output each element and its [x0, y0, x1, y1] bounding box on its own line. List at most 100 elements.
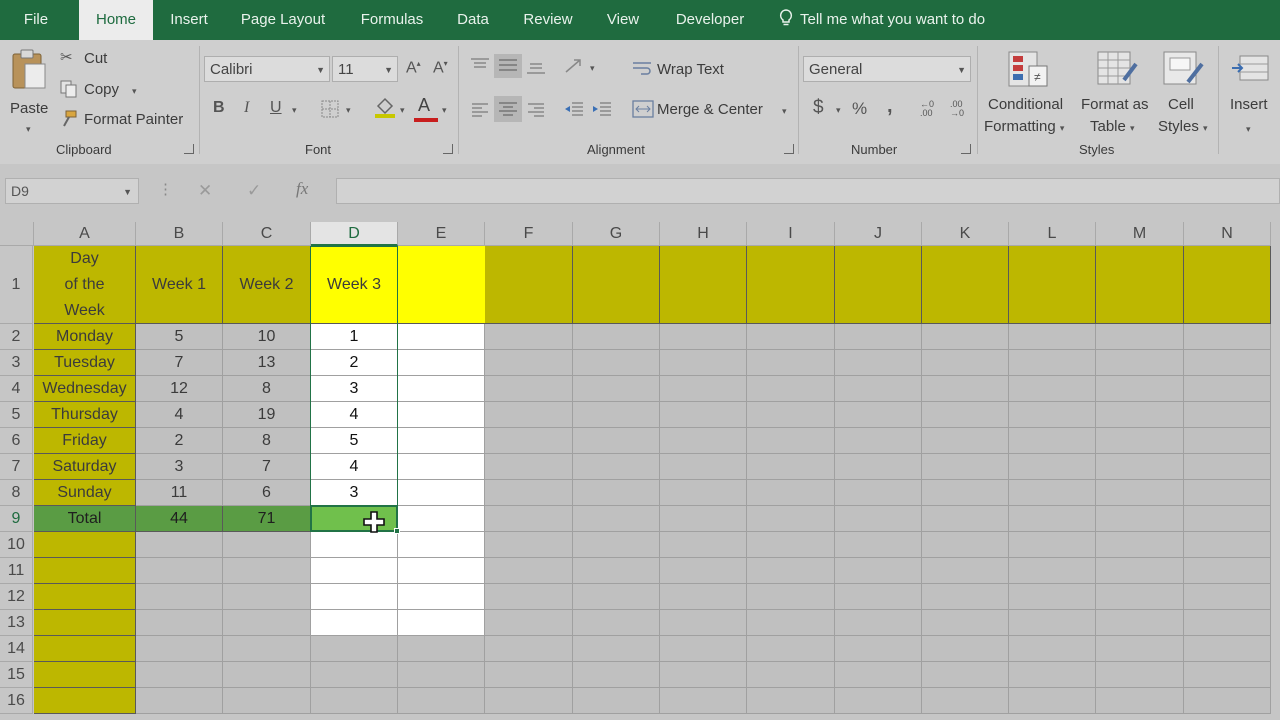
cell-h8[interactable]	[660, 480, 747, 506]
tab-data[interactable]: Data	[448, 0, 498, 40]
cell-l8[interactable]	[1009, 480, 1096, 506]
cell-m16[interactable]	[1096, 688, 1184, 714]
cell-d10[interactable]	[311, 532, 398, 558]
cell-h6[interactable]	[660, 428, 747, 454]
cell-c14[interactable]	[223, 636, 311, 662]
decrease-font-icon[interactable]: A▾	[433, 60, 448, 76]
column-header-i[interactable]: I	[747, 222, 835, 246]
column-header-g[interactable]: G	[573, 222, 660, 246]
cell-b15[interactable]	[136, 662, 223, 688]
cell-b12[interactable]	[136, 584, 223, 610]
cell-c16[interactable]	[223, 688, 311, 714]
cell-n15[interactable]	[1184, 662, 1271, 688]
tab-insert[interactable]: Insert	[162, 0, 216, 40]
decrease-indent-icon[interactable]	[564, 101, 584, 119]
cell-g7[interactable]	[573, 454, 660, 480]
align-right-icon[interactable]	[527, 102, 545, 118]
cell-c1[interactable]: Week 2	[223, 246, 311, 324]
tab-formulas[interactable]: Formulas	[349, 0, 435, 40]
cell-n11[interactable]	[1184, 558, 1271, 584]
cell-b6[interactable]: 2	[136, 428, 223, 454]
cell-m5[interactable]	[1096, 402, 1184, 428]
cell-f13[interactable]	[485, 610, 573, 636]
cell-j8[interactable]	[835, 480, 922, 506]
cell-e1[interactable]	[398, 246, 485, 324]
format-as-table-button[interactable]: Format as Table ▾	[1078, 46, 1158, 138]
row-header-2[interactable]: 2	[0, 324, 33, 350]
cell-m14[interactable]	[1096, 636, 1184, 662]
cell-c5[interactable]: 19	[223, 402, 311, 428]
row-header-11[interactable]: 11	[0, 558, 33, 584]
cell-l16[interactable]	[1009, 688, 1096, 714]
cell-i15[interactable]	[747, 662, 835, 688]
cell-f9[interactable]	[485, 506, 573, 532]
column-header-d[interactable]: D	[311, 222, 398, 246]
cell-m4[interactable]	[1096, 376, 1184, 402]
percent-button[interactable]: %	[852, 100, 867, 117]
cell-d4[interactable]: 3	[311, 376, 398, 402]
column-header-l[interactable]: L	[1009, 222, 1096, 246]
cell-g4[interactable]	[573, 376, 660, 402]
cell-i11[interactable]	[747, 558, 835, 584]
cell-k7[interactable]	[922, 454, 1009, 480]
cell-g13[interactable]	[573, 610, 660, 636]
cell-c15[interactable]	[223, 662, 311, 688]
cell-d1[interactable]: Week 3	[311, 246, 398, 324]
number-launcher-icon[interactable]	[961, 144, 971, 154]
cell-g12[interactable]	[573, 584, 660, 610]
underline-button[interactable]: U	[270, 100, 282, 116]
cell-f12[interactable]	[485, 584, 573, 610]
row-header-14[interactable]: 14	[0, 636, 33, 662]
cell-f6[interactable]	[485, 428, 573, 454]
cell-f3[interactable]	[485, 350, 573, 376]
cell-e2[interactable]	[398, 324, 485, 350]
cell-j3[interactable]	[835, 350, 922, 376]
clipboard-launcher-icon[interactable]	[184, 144, 194, 154]
cell-j5[interactable]	[835, 402, 922, 428]
tab-view[interactable]: View	[598, 0, 648, 40]
cell-a1[interactable]: Day of the Week	[34, 246, 136, 324]
increase-font-icon[interactable]: A▴	[406, 60, 421, 76]
cell-e15[interactable]	[398, 662, 485, 688]
cell-e3[interactable]	[398, 350, 485, 376]
cell-g3[interactable]	[573, 350, 660, 376]
increase-indent-icon[interactable]	[592, 101, 612, 119]
font-name-dropdown[interactable]: Calibri ▼	[204, 56, 330, 82]
insert-cells-button[interactable]: Insert ▾	[1224, 46, 1280, 138]
cell-i9[interactable]	[747, 506, 835, 532]
cell-b16[interactable]	[136, 688, 223, 714]
cell-f5[interactable]	[485, 402, 573, 428]
cell-n4[interactable]	[1184, 376, 1271, 402]
row-header-5[interactable]: 5	[0, 402, 33, 428]
increase-decimal-icon[interactable]: ←0.00	[920, 100, 934, 118]
cell-h4[interactable]	[660, 376, 747, 402]
cell-n8[interactable]	[1184, 480, 1271, 506]
cell-f16[interactable]	[485, 688, 573, 714]
cell-a11[interactable]	[34, 558, 136, 584]
cell-k9[interactable]	[922, 506, 1009, 532]
cell-l1[interactable]	[1009, 246, 1096, 324]
cell-h5[interactable]	[660, 402, 747, 428]
row-header-9[interactable]: 9	[0, 506, 33, 532]
cell-j2[interactable]	[835, 324, 922, 350]
row-header-6[interactable]: 6	[0, 428, 33, 454]
cell-a13[interactable]	[34, 610, 136, 636]
cell-g15[interactable]	[573, 662, 660, 688]
cell-i14[interactable]	[747, 636, 835, 662]
row-header-4[interactable]: 4	[0, 376, 33, 402]
cell-n9[interactable]	[1184, 506, 1271, 532]
cell-g10[interactable]	[573, 532, 660, 558]
cell-m7[interactable]	[1096, 454, 1184, 480]
column-header-j[interactable]: J	[835, 222, 922, 246]
cell-n1[interactable]	[1184, 246, 1271, 324]
bold-button[interactable]: B	[213, 100, 225, 116]
font-size-dropdown[interactable]: 11 ▼	[332, 56, 398, 82]
underline-dropdown-icon[interactable]: ▾	[292, 106, 297, 115]
cell-n16[interactable]	[1184, 688, 1271, 714]
cell-b4[interactable]: 12	[136, 376, 223, 402]
cell-h3[interactable]	[660, 350, 747, 376]
fill-handle[interactable]	[394, 528, 400, 534]
cell-e14[interactable]	[398, 636, 485, 662]
cell-n7[interactable]	[1184, 454, 1271, 480]
cell-d7[interactable]: 4	[311, 454, 398, 480]
